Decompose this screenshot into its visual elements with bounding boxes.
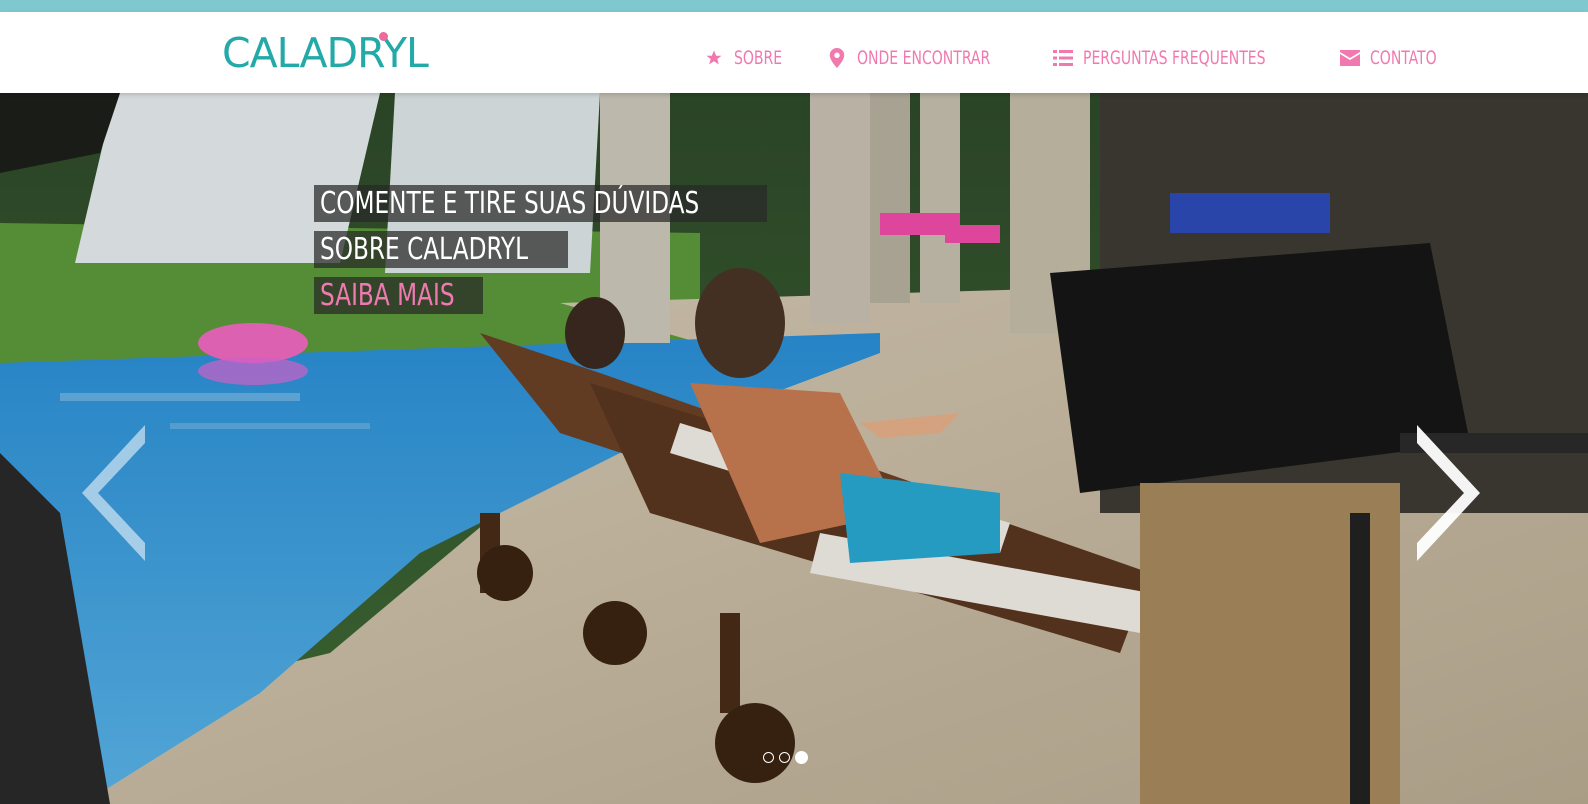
logo-dot	[379, 32, 388, 41]
nav-label-contato: CONTATO	[1369, 47, 1437, 69]
nav-item-onde-encontrar[interactable]: ONDE ENCONTRAR	[827, 47, 1020, 69]
nav-label-onde-encontrar: ONDE ENCONTRAR	[856, 47, 990, 69]
carousel-indicators	[763, 751, 813, 764]
main-nav: SOBRE ONDE ENCONTRAR PERGUNTAS FREQUENTE…	[704, 42, 1451, 74]
nav-label-perguntas-frequentes: PERGUNTAS FREQUENTES	[1083, 47, 1266, 69]
carousel-dot-3[interactable]	[795, 751, 808, 764]
carousel-dot-1[interactable]	[763, 752, 774, 763]
nav-item-contato[interactable]: CONTATO	[1339, 47, 1451, 69]
map-marker-icon	[827, 48, 847, 68]
list-icon	[1053, 48, 1074, 68]
carousel-next-button[interactable]	[1412, 423, 1482, 563]
chevron-right-icon	[1417, 425, 1480, 561]
nav-item-perguntas-frequentes[interactable]: PERGUNTAS FREQUENTES	[1053, 47, 1306, 69]
hero-photo	[0, 93, 1588, 804]
chevron-left-icon	[82, 425, 145, 561]
carousel-caption: COMENTE E TIRE SUAS DÚVIDAS SOBRE CALADR…	[314, 185, 768, 323]
top-accent-strip	[0, 0, 1588, 12]
nav-label-sobre: SOBRE	[734, 47, 783, 69]
star-icon	[704, 48, 724, 68]
caption-line-1: COMENTE E TIRE SUAS DÚVIDAS	[314, 185, 768, 222]
caption-line-2: SOBRE CALADRYL	[314, 231, 568, 268]
brand-logo[interactable]: CALADRYL	[222, 30, 429, 76]
saiba-mais-link[interactable]: SAIBA MAIS	[314, 277, 483, 314]
navbar: CALADRYL SOBRE ONDE ENCONTRAR PERGUNTAS …	[0, 12, 1588, 93]
carousel-prev-button[interactable]	[80, 423, 150, 563]
hero-carousel: COMENTE E TIRE SUAS DÚVIDAS SOBRE CALADR…	[0, 93, 1588, 804]
carousel-dot-2[interactable]	[779, 752, 790, 763]
nav-item-sobre[interactable]: SOBRE	[704, 47, 793, 69]
envelope-icon	[1339, 48, 1360, 68]
